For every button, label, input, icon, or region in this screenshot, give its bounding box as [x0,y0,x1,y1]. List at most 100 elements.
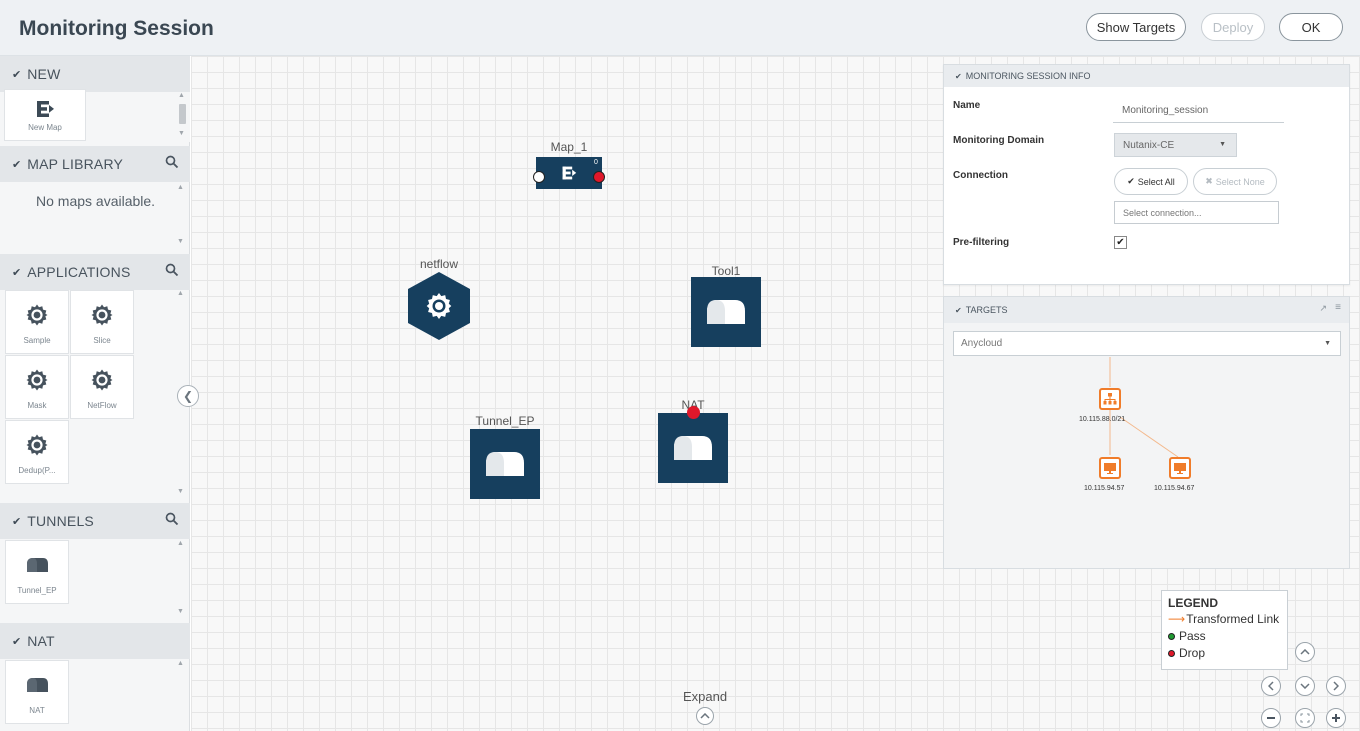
left-sidebar: ✔ NEW New Map ▲ ▼ ✔ MAP LIBRARY No maps … [0,56,190,731]
map-port-count: 0 [594,159,598,166]
select-all-button[interactable]: ✔ Select All [1114,168,1188,195]
hierarchy-icon [1103,393,1117,405]
section-new-header[interactable]: ✔ NEW [0,56,190,92]
legend-row-drop: Drop [1168,645,1281,662]
monitor-icon [1174,463,1186,474]
tool1-node-label: Tool1 [711,264,741,278]
pan-right-button[interactable] [1326,676,1346,696]
section-nat-title: NAT [27,633,55,649]
session-info-header[interactable]: ✔ MONITORING SESSION INFO [944,65,1349,87]
section-tunnels-title: TUNNELS [27,513,94,529]
tunnel-icon [23,671,51,699]
host-node[interactable] [1169,457,1191,479]
chevron-right-icon [1333,681,1339,691]
zoom-in-button[interactable] [1326,708,1346,728]
tool1-node[interactable] [691,277,761,347]
nat-node[interactable] [658,413,728,483]
session-info-title: MONITORING SESSION INFO [965,71,1091,81]
section-new-title: NEW [27,66,61,82]
prefilter-checkbox[interactable]: ✔ [1114,236,1127,249]
map-input-port[interactable] [533,171,545,183]
monitor-icon [1104,463,1116,474]
map-library-scrollbar[interactable]: ▲ ▼ [176,184,186,246]
targets-panel: ✔ TARGETS ↗ ≡ Anycloud ▼ 10.115.88.0/21 … [943,296,1350,569]
map-library-empty: No maps available. [36,193,156,209]
x-icon: ✖ [1205,176,1213,186]
host-label: 10.115.94.57 [1084,485,1125,492]
section-applications-header[interactable]: ✔ APPLICATIONS [0,254,190,290]
nat-scrollbar[interactable]: ▲ [176,660,186,728]
deploy-button[interactable]: Deploy [1201,13,1265,41]
app-tile-dedup[interactable]: Dedup(P... [5,420,69,484]
legend-drop-label: Drop [1179,646,1206,660]
ok-button[interactable]: OK [1279,13,1343,41]
domain-label: Monitoring Domain [953,135,1045,146]
fit-screen-icon [1300,713,1310,723]
tunnel-icon [707,300,745,324]
netflow-node[interactable] [407,271,471,341]
session-info-panel: ✔ MONITORING SESSION INFO Name Monitorin… [943,64,1350,285]
domain-select[interactable]: Nutanix-CE ▼ [1114,133,1237,157]
tunnel-icon [674,436,712,460]
pan-up-button[interactable] [1295,642,1315,662]
chevron-down-icon: ✔ [12,635,22,648]
show-targets-button[interactable]: Show Targets [1086,13,1186,41]
new-scrollbar[interactable]: ▲ ▼ [177,92,187,142]
section-map-library-title: MAP LIBRARY [27,156,124,172]
app-tile-mask[interactable]: Mask [5,355,69,419]
fit-screen-button[interactable] [1295,708,1315,728]
map-icon [562,166,577,180]
app-tile-slice[interactable]: Slice [70,290,134,354]
name-input[interactable]: Monitoring_session [1122,105,1208,116]
select-none-button[interactable]: ✖ Select None [1193,168,1277,195]
gear-icon [88,301,116,329]
chevron-down-icon: ✔ [12,68,22,81]
host-node[interactable] [1099,457,1121,479]
target-links [1109,357,1179,458]
chevron-down-icon: ✔ [12,158,22,171]
collapse-sidebar-button[interactable]: ❮ [177,385,199,407]
chevron-up-icon [1300,649,1310,655]
search-icon[interactable] [165,512,179,526]
new-map-tile[interactable]: New Map [4,89,86,141]
subnet-node[interactable] [1099,388,1121,410]
prefilter-label: Pre-filtering [953,237,1010,248]
tunnel-tile[interactable]: Tunnel_EP [5,540,69,604]
nat-drop-port[interactable] [687,406,700,419]
section-tunnels-header[interactable]: ✔ TUNNELS [0,503,190,539]
section-nat-header[interactable]: ✔ NAT [0,623,190,659]
legend-pass-label: Pass [1179,629,1206,643]
chevron-left-icon [1268,681,1274,691]
pan-left-button[interactable] [1261,676,1281,696]
app-label: Dedup(P... [18,466,56,475]
zoom-out-button[interactable] [1261,708,1281,728]
app-tile-sample[interactable]: Sample [5,290,69,354]
chevron-up-icon [700,713,710,719]
expand-button[interactable] [696,707,714,725]
section-new-body: New Map ▲ ▼ [0,89,190,142]
nat-tile[interactable]: NAT [5,660,69,724]
netflow-node-label: netflow [419,257,459,271]
minus-icon [1267,717,1275,719]
tunnels-scrollbar[interactable]: ▲ ▼ [176,540,186,616]
legend-transformed-label: Transformed Link [1186,612,1280,626]
tunnel-node[interactable] [470,429,540,499]
pass-dot-icon [1168,633,1175,640]
expand-label: Expand [683,689,728,704]
chevron-down-icon: ✔ [12,266,22,279]
legend-row-transformed: ⟶ Transformed Link [1168,611,1281,628]
app-label: Slice [93,336,111,345]
select-connection-input[interactable]: Select connection... [1114,201,1279,224]
select-all-label: Select All [1137,176,1175,187]
app-tile-netflow[interactable]: NetFlow [70,355,134,419]
tunnel-icon [23,551,51,579]
search-icon[interactable] [165,155,179,169]
page-title: Monitoring Session [19,17,214,40]
map-node[interactable]: 0 [536,157,602,189]
map-output-port[interactable] [593,171,605,183]
section-applications-title: APPLICATIONS [27,264,131,280]
section-map-library-header[interactable]: ✔ MAP LIBRARY [0,146,190,182]
pan-down-button[interactable] [1295,676,1315,696]
search-icon[interactable] [165,263,179,277]
plus-icon [1332,714,1340,722]
